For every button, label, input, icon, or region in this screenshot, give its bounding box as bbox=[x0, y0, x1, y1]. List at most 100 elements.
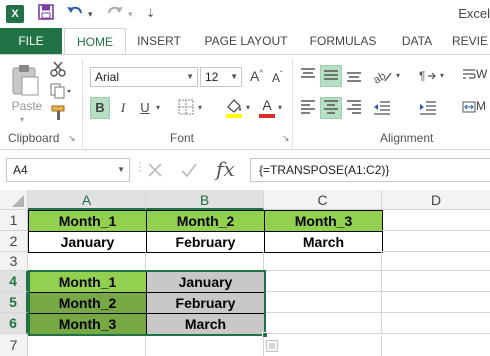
cell-c6[interactable] bbox=[266, 313, 382, 334]
cell-b5[interactable]: February bbox=[146, 292, 265, 314]
cell-d5[interactable] bbox=[382, 292, 490, 313]
tab-insert[interactable]: INSERT bbox=[130, 28, 188, 54]
align-center-icon[interactable] bbox=[320, 97, 342, 119]
orientation-icon[interactable]: ab bbox=[371, 67, 394, 87]
row-header-1[interactable]: 1 bbox=[0, 210, 28, 231]
column-header-a[interactable]: A bbox=[28, 190, 146, 210]
row-header-2[interactable]: 2 bbox=[0, 231, 28, 252]
enter-icon[interactable] bbox=[180, 161, 200, 181]
alignment-group-label: Alignment bbox=[380, 131, 434, 145]
cell-a3[interactable] bbox=[28, 252, 146, 271]
copy-icon[interactable] bbox=[50, 83, 72, 99]
column-header-c[interactable]: C bbox=[264, 190, 382, 210]
cell-d3[interactable] bbox=[382, 252, 490, 271]
row-header-3[interactable]: 3 bbox=[0, 252, 28, 271]
cell-a6[interactable]: Month_3 bbox=[28, 313, 147, 335]
tab-page-layout[interactable]: PAGE LAYOUT bbox=[198, 28, 294, 54]
increase-indent-icon[interactable] bbox=[418, 99, 438, 119]
tab-home[interactable]: HOME bbox=[64, 28, 126, 54]
row-header-6[interactable]: 6 bbox=[0, 313, 28, 334]
font-color-button[interactable]: A bbox=[258, 97, 276, 119]
column-header-d[interactable]: D bbox=[382, 190, 490, 210]
row-header-7[interactable]: 7 bbox=[0, 334, 28, 356]
cell-c1[interactable]: Month_3 bbox=[264, 210, 383, 232]
paragraph-dropdown-icon[interactable]: ▾ bbox=[440, 71, 444, 80]
align-middle-icon[interactable] bbox=[320, 65, 342, 87]
borders-icon[interactable] bbox=[178, 99, 196, 117]
cell-c2[interactable]: March bbox=[264, 231, 383, 253]
row-header-4[interactable]: 4 bbox=[0, 271, 28, 292]
tab-file[interactable]: FILE bbox=[0, 28, 62, 54]
insert-function-icon[interactable]: fx bbox=[216, 157, 235, 181]
undo-dropdown-icon[interactable]: ▾ bbox=[88, 4, 93, 24]
cell-c7[interactable] bbox=[264, 336, 382, 356]
shrink-font-button[interactable]: Aˇ bbox=[272, 70, 283, 85]
cell-c3[interactable] bbox=[264, 252, 382, 271]
save-icon[interactable] bbox=[38, 4, 54, 24]
italic-button[interactable]: I bbox=[114, 97, 132, 119]
grow-font-button[interactable]: A^ bbox=[250, 68, 263, 84]
cut-icon[interactable] bbox=[50, 61, 68, 77]
font-color-dropdown-icon[interactable]: ▾ bbox=[278, 103, 282, 112]
cell-a5[interactable]: Month_2 bbox=[28, 292, 147, 314]
formula-input[interactable]: {=TRANSPOSE(A1:C2)} bbox=[250, 158, 490, 182]
font-size-combobox[interactable]: 12 ▼ bbox=[200, 67, 242, 87]
paragraph-direction-icon[interactable]: ¶ bbox=[418, 67, 438, 87]
tab-data[interactable]: DATA bbox=[392, 28, 442, 54]
group-divider bbox=[292, 59, 293, 147]
title-bar: X ▾ ▾ ⇣ Excel bbox=[0, 0, 490, 28]
cell-b6[interactable]: March bbox=[146, 313, 265, 335]
cell-d4[interactable] bbox=[382, 271, 490, 292]
bold-button[interactable]: B bbox=[90, 97, 110, 119]
tab-formulas[interactable]: FORMULAS bbox=[304, 28, 382, 54]
undo-icon[interactable] bbox=[66, 4, 84, 24]
fill-handle[interactable] bbox=[262, 332, 268, 338]
borders-dropdown-icon[interactable]: ▾ bbox=[198, 103, 202, 112]
clipboard-icon[interactable] bbox=[10, 63, 44, 97]
orientation-dropdown-icon[interactable]: ▾ bbox=[396, 71, 400, 80]
paste-dropdown-icon[interactable]: ▾ bbox=[20, 115, 24, 124]
cell-c5[interactable] bbox=[266, 292, 382, 313]
tab-review[interactable]: REVIE bbox=[452, 28, 490, 54]
cell-d6[interactable] bbox=[382, 313, 490, 334]
underline-button[interactable]: U bbox=[136, 97, 154, 119]
decrease-indent-icon[interactable] bbox=[372, 99, 392, 119]
cell-c4[interactable] bbox=[266, 271, 382, 292]
align-right-icon[interactable] bbox=[344, 97, 364, 119]
cell-a7[interactable] bbox=[28, 336, 146, 356]
worksheet-grid[interactable]: A B C D 1 2 3 4 5 6 7 Month_1 Month_2 Mo… bbox=[0, 190, 490, 356]
cell-b1[interactable]: Month_2 bbox=[146, 210, 265, 232]
redo-icon[interactable] bbox=[106, 4, 124, 24]
align-left-icon[interactable] bbox=[298, 97, 318, 119]
cell-a4[interactable]: Month_1 bbox=[28, 271, 147, 293]
redo-dropdown-icon[interactable]: ▾ bbox=[128, 4, 133, 24]
clipboard-launcher-icon[interactable]: ↘ bbox=[68, 133, 76, 144]
customize-qat-icon[interactable]: ⇣ bbox=[146, 4, 155, 24]
cell-b7[interactable] bbox=[146, 336, 264, 356]
select-all-corner[interactable] bbox=[0, 190, 28, 210]
fill-color-icon[interactable] bbox=[224, 97, 244, 119]
cell-d2[interactable] bbox=[382, 231, 490, 252]
underline-dropdown-icon[interactable]: ▾ bbox=[156, 103, 160, 112]
cell-a2[interactable]: January bbox=[28, 231, 147, 253]
wrap-text-button[interactable]: W bbox=[462, 67, 490, 87]
paste-button[interactable]: Paste bbox=[10, 99, 44, 113]
align-bottom-icon[interactable] bbox=[344, 65, 364, 87]
cell-b2[interactable]: February bbox=[146, 231, 265, 253]
name-box[interactable]: A4 ▼ bbox=[6, 158, 130, 182]
column-header-b[interactable]: B bbox=[146, 190, 264, 210]
format-painter-icon[interactable] bbox=[50, 105, 68, 121]
cancel-icon[interactable] bbox=[146, 161, 166, 181]
font-launcher-icon[interactable]: ↘ bbox=[282, 133, 290, 144]
merge-center-button[interactable]: M bbox=[462, 99, 490, 119]
row-header-5[interactable]: 5 bbox=[0, 292, 28, 313]
font-name-combobox[interactable]: Arial ▼ bbox=[90, 67, 198, 87]
cell-b4[interactable]: January bbox=[146, 271, 265, 293]
cell-a1[interactable]: Month_1 bbox=[28, 210, 147, 232]
cell-b3[interactable] bbox=[146, 252, 264, 271]
cell-d7[interactable] bbox=[382, 336, 490, 356]
fill-color-dropdown-icon[interactable]: ▾ bbox=[246, 103, 250, 112]
align-top-icon[interactable] bbox=[298, 65, 318, 87]
quick-analysis-icon[interactable] bbox=[266, 340, 278, 352]
cell-d1[interactable] bbox=[382, 210, 490, 231]
